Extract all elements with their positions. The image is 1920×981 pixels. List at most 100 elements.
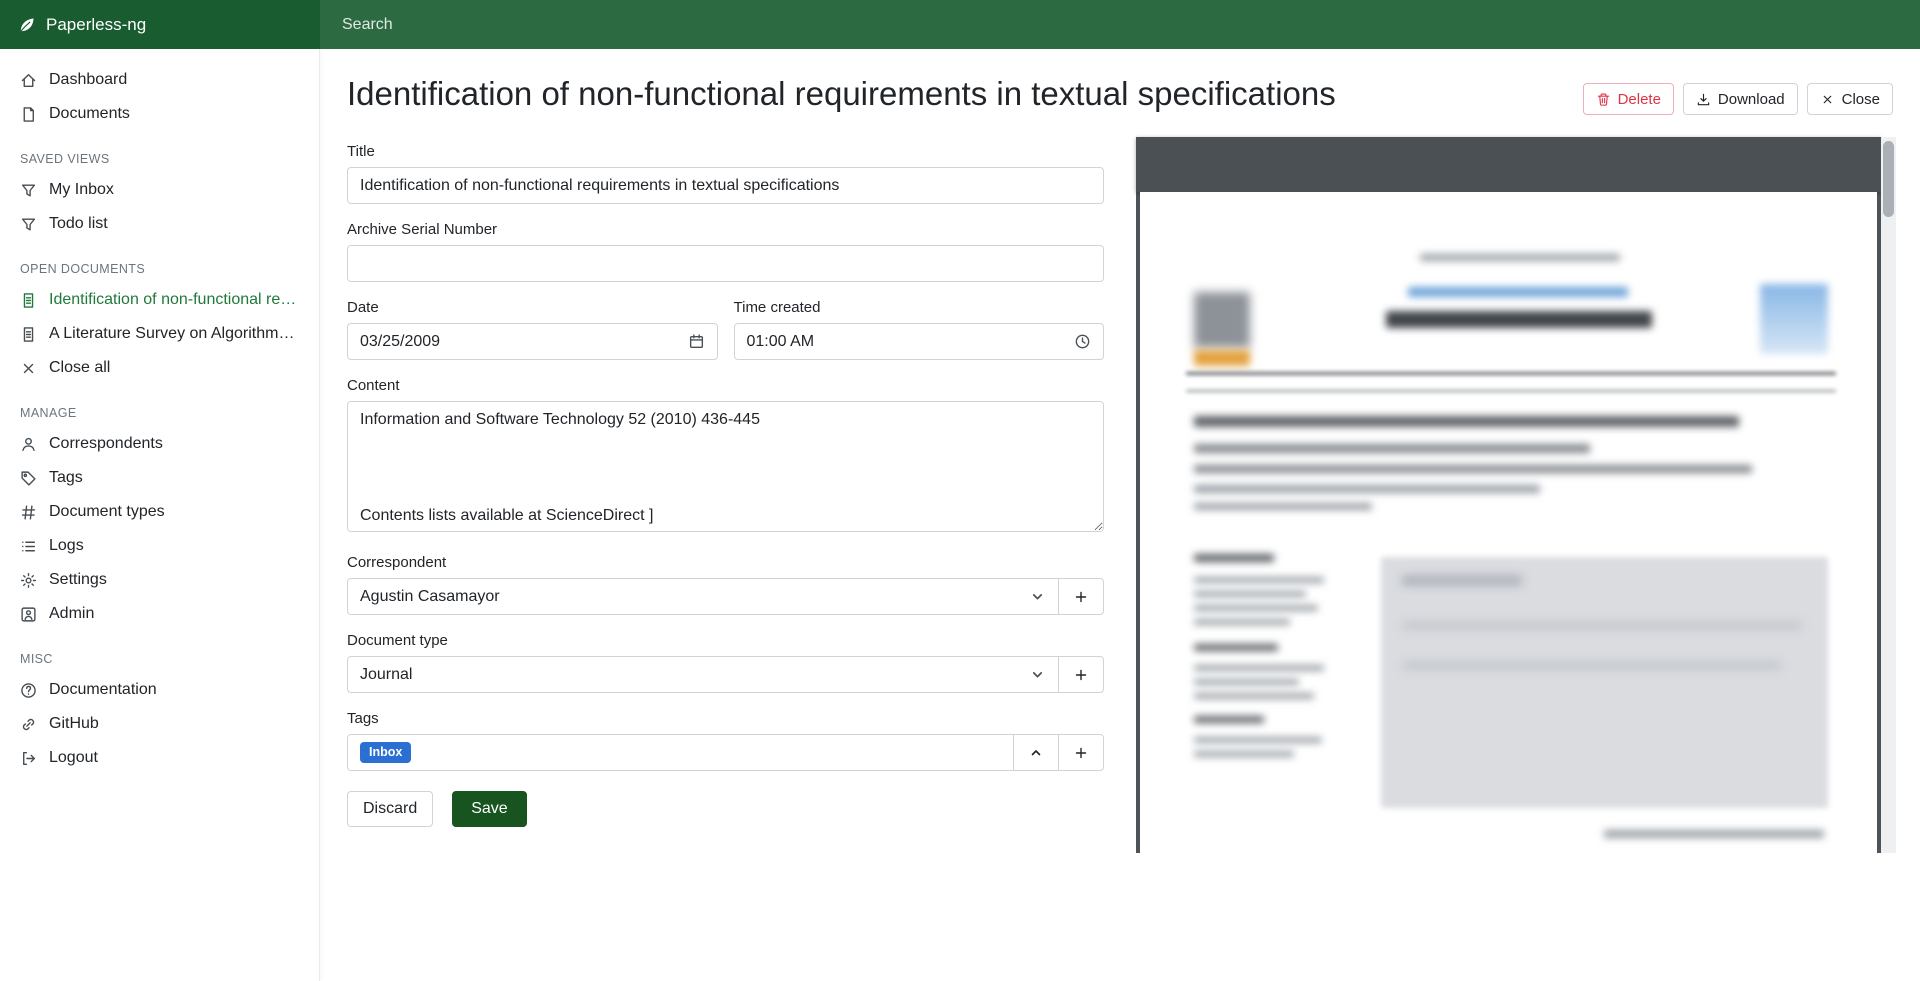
sidebar-item-document-types[interactable]: Document types: [0, 495, 319, 529]
sidebar-item-logout[interactable]: Logout: [0, 741, 319, 775]
sidebar-item-logs[interactable]: Logs: [0, 529, 319, 563]
sidebar-item-close-all[interactable]: Close all: [0, 351, 319, 385]
funnel-icon: [20, 182, 37, 199]
blurred-content: [1194, 554, 1274, 562]
sidebar-section-open-documents: OPEN DOCUMENTS: [0, 241, 319, 283]
document-actions: Delete Download Close: [1583, 83, 1893, 115]
time-created-label: Time created: [734, 299, 1105, 316]
correspondent-value: Agustin Casamayor: [360, 588, 500, 606]
file-text-icon: [20, 292, 37, 309]
sidebar-item-label: Documents: [49, 105, 130, 123]
hash-icon: [20, 504, 37, 521]
blurred-content: [1194, 605, 1318, 611]
blurred-content: [1194, 485, 1540, 493]
document-type-label: Document type: [347, 632, 1104, 649]
sidebar-item-settings[interactable]: Settings: [0, 563, 319, 597]
sidebar-item-label: Tags: [49, 469, 83, 487]
close-button[interactable]: Close: [1807, 83, 1893, 115]
sidebar-item-dashboard[interactable]: Dashboard: [0, 63, 319, 97]
search-input[interactable]: [320, 0, 1920, 49]
plus-icon: [1073, 589, 1089, 605]
question-circle-icon: [20, 682, 37, 699]
sidebar-item-label: Logs: [49, 537, 84, 555]
blurred-content: [1186, 390, 1836, 392]
blurred-content: [1194, 444, 1590, 453]
plus-icon: [1073, 667, 1089, 683]
preview-scrollbar-thumb[interactable]: [1883, 141, 1894, 217]
blurred-content: [1604, 830, 1824, 838]
document-type-select[interactable]: Journal: [347, 656, 1059, 693]
sidebar-item-correspondents[interactable]: Correspondents: [0, 427, 319, 461]
delete-button[interactable]: Delete: [1583, 83, 1674, 115]
sidebar-item-label: GitHub: [49, 715, 99, 733]
download-button[interactable]: Download: [1683, 83, 1798, 115]
sidebar-item-admin[interactable]: Admin: [0, 597, 319, 631]
sidebar-item-documentation[interactable]: Documentation: [0, 673, 319, 707]
sidebar-section-manage: MANAGE: [0, 385, 319, 427]
tag-inbox-badge: Inbox: [360, 742, 411, 763]
date-input[interactable]: 03/25/2009: [347, 323, 718, 360]
calendar-icon[interactable]: [688, 333, 705, 350]
discard-button[interactable]: Discard: [347, 791, 433, 827]
add-document-type-button[interactable]: [1058, 656, 1104, 693]
blurred-content: [1386, 311, 1652, 328]
list-icon: [20, 538, 37, 555]
blurred-content: [1402, 662, 1782, 669]
chevron-down-icon: [1029, 588, 1046, 605]
sidebar-item-todo-list[interactable]: Todo list: [0, 207, 319, 241]
add-tag-button[interactable]: [1058, 734, 1104, 771]
download-icon: [1696, 92, 1711, 107]
sidebar-item-label: Admin: [49, 605, 94, 623]
sidebar-item-my-inbox[interactable]: My Inbox: [0, 173, 319, 207]
date-value: 03/25/2009: [360, 333, 440, 351]
house-icon: [20, 72, 37, 89]
sidebar-item-label: Correspondents: [49, 435, 163, 453]
sidebar-open-document-2[interactable]: A Literature Survey on Algorithms for Mu…: [0, 317, 319, 351]
tags-input[interactable]: Inbox: [347, 734, 1014, 771]
title-input[interactable]: [347, 167, 1104, 204]
blurred-content: [1402, 576, 1522, 585]
document-edit-form: Title Archive Serial Number Date 03/25/2…: [347, 143, 1104, 827]
sidebar-item-github[interactable]: GitHub: [0, 707, 319, 741]
blurred-content: [1194, 465, 1752, 473]
person-icon: [20, 436, 37, 453]
blurred-content: [1194, 292, 1250, 348]
clock-icon[interactable]: [1074, 333, 1091, 350]
sidebar-item-tags[interactable]: Tags: [0, 461, 319, 495]
save-button[interactable]: Save: [452, 791, 526, 827]
time-created-input[interactable]: 01:00 AM: [734, 323, 1105, 360]
funnel-icon: [20, 216, 37, 233]
link-icon: [20, 716, 37, 733]
top-navbar: Paperless-ng: [0, 0, 1920, 49]
blurred-content: [1194, 751, 1294, 757]
add-correspondent-button[interactable]: [1058, 578, 1104, 615]
title-label: Title: [347, 143, 1104, 160]
correspondent-select[interactable]: Agustin Casamayor: [347, 578, 1059, 615]
blurred-content: [1186, 372, 1836, 375]
blurred-content: [1420, 254, 1620, 261]
tags-dropdown-toggle[interactable]: [1013, 734, 1059, 771]
file-text-icon: [20, 326, 37, 343]
chevron-down-icon: [1029, 666, 1046, 683]
sidebar-item-label: A Literature Survey on Algorithms for Mu…: [49, 325, 299, 343]
content-textarea[interactable]: Information and Software Technology 52 (…: [347, 401, 1104, 532]
pdf-viewer-toolbar: [1136, 137, 1881, 192]
blurred-content: [1194, 716, 1264, 723]
sidebar-item-documents[interactable]: Documents: [0, 97, 319, 131]
blurred-content: [1194, 644, 1278, 651]
blurred-content: [1194, 693, 1314, 699]
sidebar-item-label: Close all: [49, 359, 110, 377]
sidebar-item-label: Document types: [49, 503, 165, 521]
blurred-content: [1194, 591, 1306, 597]
blurred-content: [1194, 416, 1739, 427]
preview-scrollbar[interactable]: [1881, 137, 1896, 853]
paperless-leaf-icon: [18, 16, 36, 34]
document-type-value: Journal: [360, 666, 412, 684]
pdf-preview-page: [1140, 192, 1877, 853]
tag-icon: [20, 470, 37, 487]
asn-input[interactable]: [347, 245, 1104, 282]
page-title: Identification of non-functional require…: [347, 73, 1336, 114]
app-brand[interactable]: Paperless-ng: [0, 15, 320, 35]
sidebar-open-document-1[interactable]: Identification of non-functional require…: [0, 283, 319, 317]
document-preview[interactable]: [1136, 137, 1896, 853]
